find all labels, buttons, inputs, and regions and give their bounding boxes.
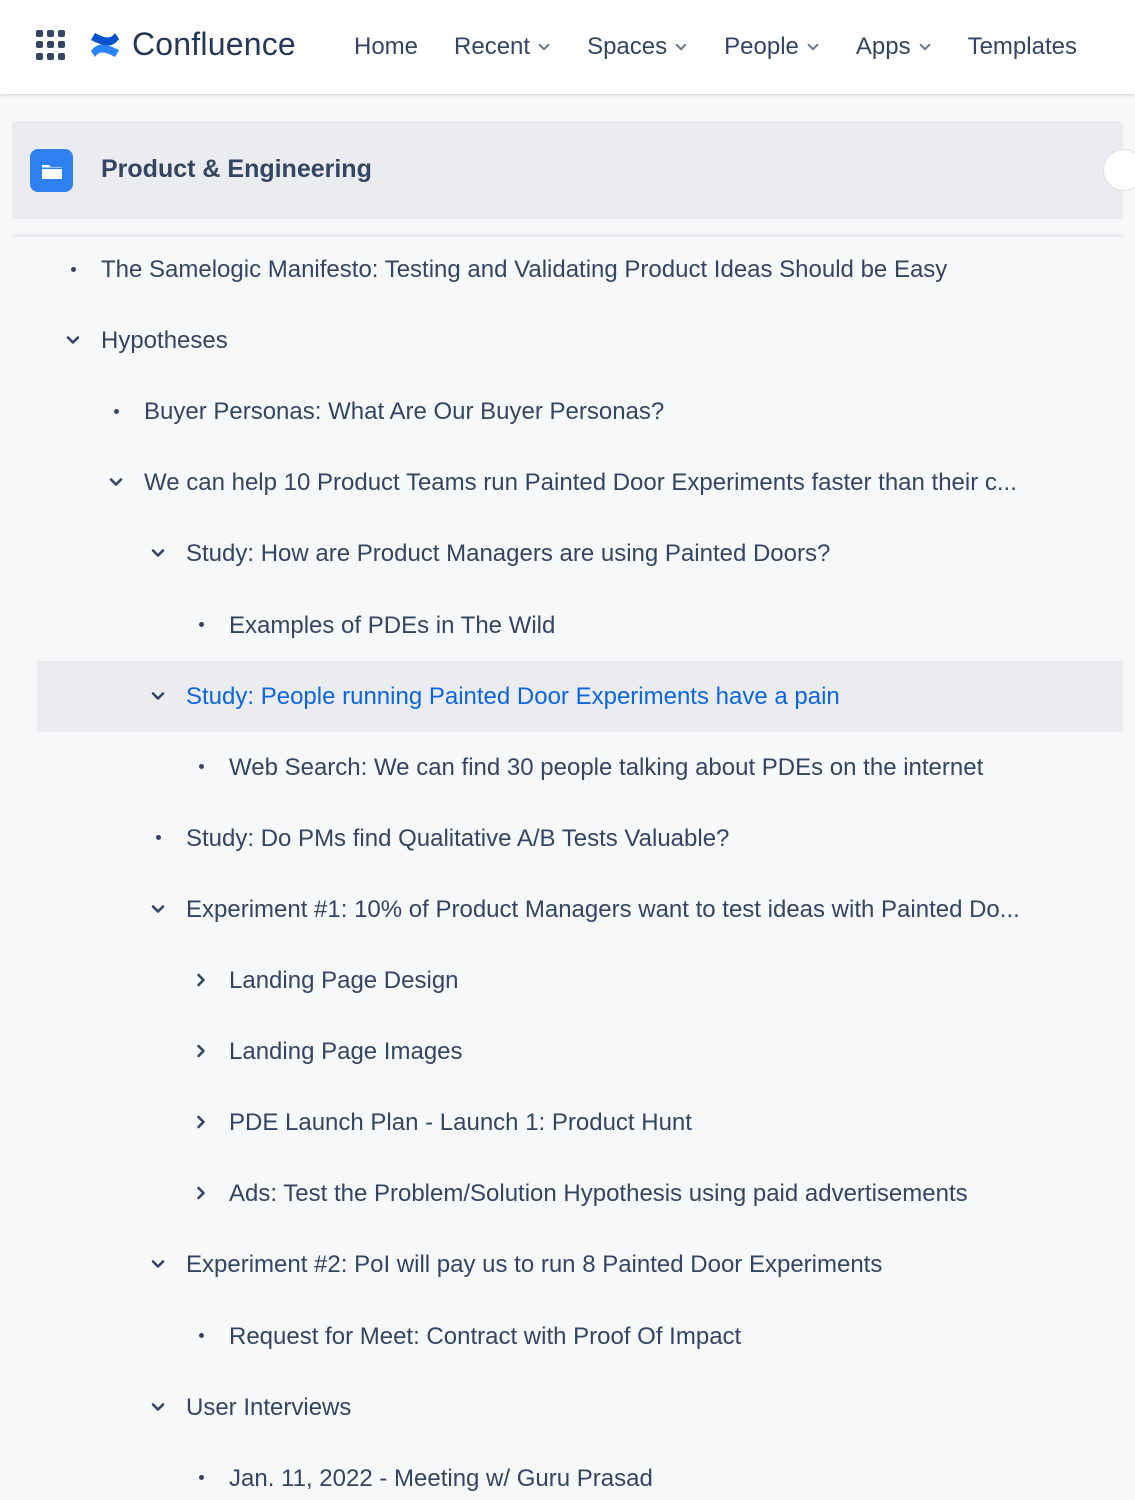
tree-item[interactable]: We can help 10 Product Teams run Painted… [0, 447, 1135, 518]
tree-item[interactable]: Hypotheses [0, 305, 1135, 376]
nav-people[interactable]: People [724, 33, 820, 61]
tree-item-label[interactable]: Study: How are Product Managers are usin… [186, 540, 830, 568]
tree-item[interactable]: The Samelogic Manifesto: Testing and Val… [0, 234, 1135, 305]
tree-item[interactable]: Experiment #2: PoI will pay us to run 8 … [0, 1229, 1135, 1300]
chevron-down-icon[interactable] [61, 328, 85, 352]
tree-item-label[interactable]: Study: People running Painted Door Exper… [186, 683, 840, 711]
nav-apps[interactable]: Apps [856, 33, 932, 61]
chevron-down-icon[interactable] [104, 470, 128, 494]
tree-item[interactable]: Landing Page Design [0, 945, 1135, 1016]
nav-recent[interactable]: Recent [454, 33, 551, 61]
bullet-icon [104, 399, 128, 423]
nav-label: Spaces [587, 33, 668, 60]
confluence-logo-icon [91, 32, 119, 57]
tree-item-label[interactable]: Landing Page Images [229, 1038, 463, 1066]
chevron-down-icon[interactable] [146, 541, 170, 565]
tree-item-label[interactable]: We can help 10 Product Teams run Painted… [144, 469, 1017, 497]
chevron-down-icon [675, 43, 687, 51]
tree-item[interactable]: Experiment #1: 10% of Product Managers w… [0, 874, 1135, 945]
nav-label: Templates [967, 33, 1077, 60]
main-nav: Home Recent Spaces People Apps Templates [354, 0, 1077, 94]
app-switcher-grid-icon[interactable] [36, 30, 66, 60]
tree-item-label[interactable]: PDE Launch Plan - Launch 1: Product Hunt [229, 1109, 692, 1137]
bullet-icon [189, 755, 213, 779]
tree-item[interactable]: Ads: Test the Problem/Solution Hypothesi… [0, 1158, 1135, 1229]
tree-item[interactable]: Web Search: We can find 30 people talkin… [0, 732, 1135, 803]
chevron-down-icon [538, 43, 550, 51]
tree-item[interactable]: Jan. 11, 2022 - Meeting w/ Guru Prasad [0, 1443, 1135, 1500]
tree-item-label[interactable]: Buyer Personas: What Are Our Buyer Perso… [144, 398, 664, 426]
tree-item-label[interactable]: Jan. 11, 2022 - Meeting w/ Guru Prasad [229, 1465, 653, 1493]
chevron-right-icon[interactable] [189, 1110, 213, 1134]
bullet-icon [189, 1324, 213, 1348]
tree-item[interactable]: Landing Page Images [0, 1016, 1135, 1087]
chevron-down-icon [919, 43, 931, 51]
tree-item-label[interactable]: Ads: Test the Problem/Solution Hypothesi… [229, 1180, 968, 1208]
bullet-icon [146, 826, 170, 850]
nav-home[interactable]: Home [354, 33, 418, 61]
tree-item-label[interactable]: User Interviews [186, 1394, 351, 1422]
space-name: Product & Engineering [101, 155, 372, 183]
top-navigation-bar: Confluence Home Recent Spaces People Apps Tem… [0, 0, 1135, 94]
chevron-down-icon[interactable] [146, 897, 170, 921]
tree-item[interactable]: Examples of PDEs in The Wild [0, 590, 1135, 661]
space-header[interactable]: Product & Engineering [12, 121, 1135, 219]
nav-templates[interactable]: Templates [968, 33, 1077, 61]
tree-item[interactable]: User Interviews [0, 1372, 1135, 1443]
tree-item-label[interactable]: Request for Meet: Contract with Proof Of… [229, 1323, 741, 1351]
bullet-icon [189, 613, 213, 637]
nav-label: Apps [855, 33, 911, 60]
tree-item-label[interactable]: Study: Do PMs find Qualitative A/B Tests… [186, 825, 729, 853]
tree-item-label[interactable]: Web Search: We can find 30 people talkin… [229, 754, 983, 782]
nav-label: Recent [454, 33, 531, 60]
chevron-down-icon[interactable] [146, 684, 170, 708]
sidebar-collapse-button[interactable] [1103, 149, 1135, 191]
tree-item[interactable]: PDE Launch Plan - Launch 1: Product Hunt [0, 1087, 1135, 1158]
tree-item-label[interactable]: Experiment #1: 10% of Product Managers w… [186, 896, 1020, 924]
chevron-down-icon[interactable] [146, 1395, 170, 1419]
bullet-icon [189, 1466, 213, 1490]
chevron-down-icon[interactable] [146, 1252, 170, 1276]
chevron-right-icon[interactable] [189, 968, 213, 992]
chevron-right-icon[interactable] [189, 1039, 213, 1063]
app-name: Confluence [132, 26, 296, 62]
tree-item-label[interactable]: Hypotheses [101, 327, 228, 355]
tree-item[interactable]: Buyer Personas: What Are Our Buyer Perso… [0, 376, 1135, 447]
tree-item[interactable]: Study: Do PMs find Qualitative A/B Tests… [0, 803, 1135, 874]
tree-item-label[interactable]: The Samelogic Manifesto: Testing and Val… [101, 256, 947, 284]
chevron-down-icon [807, 43, 819, 51]
tree-item[interactable]: Request for Meet: Contract with Proof Of… [0, 1301, 1135, 1372]
nav-label: People [724, 33, 799, 60]
tree-item[interactable]: Study: People running Painted Door Exper… [0, 660, 1135, 732]
tree-item-label[interactable]: Experiment #2: PoI will pay us to run 8 … [186, 1251, 882, 1279]
nav-label: Home [354, 33, 419, 60]
tree-item-label[interactable]: Landing Page Design [229, 967, 459, 995]
bullet-icon [61, 257, 85, 281]
tree-item-label[interactable]: Examples of PDEs in The Wild [229, 612, 555, 640]
confluence-logo[interactable]: Confluence [88, 26, 296, 63]
nav-spaces[interactable]: Spaces [587, 33, 688, 61]
folder-icon [30, 149, 73, 192]
tree-item[interactable]: Study: How are Product Managers are usin… [0, 518, 1135, 589]
chevron-right-icon[interactable] [189, 1181, 213, 1205]
